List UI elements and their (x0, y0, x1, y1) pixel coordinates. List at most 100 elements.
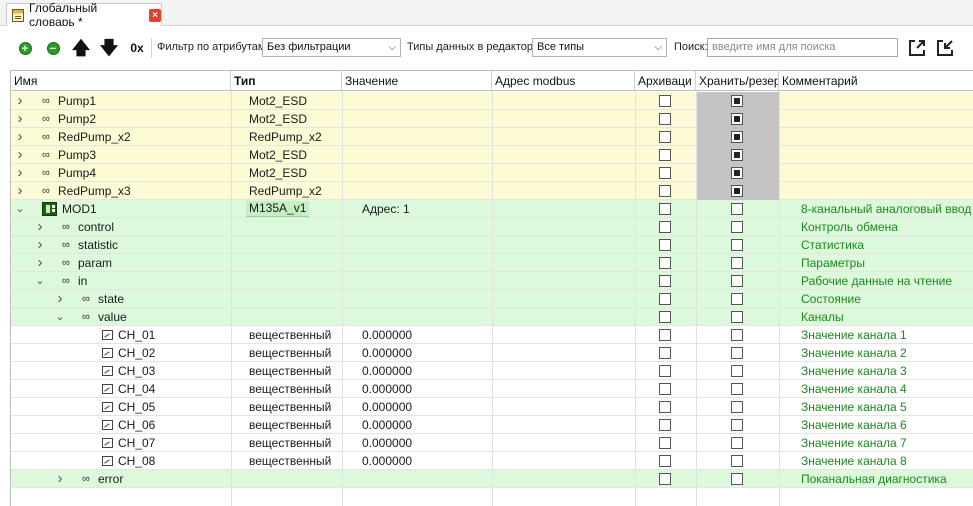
store-checkbox[interactable] (731, 221, 743, 233)
row-comment[interactable]: Контроль обмена (801, 218, 898, 236)
archive-checkbox[interactable] (659, 95, 671, 107)
chevron-right-icon[interactable]: › (34, 236, 46, 254)
close-tab-icon[interactable]: × (149, 8, 161, 22)
row-comment[interactable]: Значение канала 5 (801, 398, 907, 416)
row-value[interactable]: 0.000000 (362, 434, 412, 452)
row-value[interactable]: 0.000000 (362, 362, 412, 380)
archive-checkbox[interactable] (659, 149, 671, 161)
store-checkbox[interactable] (731, 455, 743, 467)
store-checkbox[interactable] (731, 437, 743, 449)
archive-checkbox[interactable] (659, 275, 671, 287)
tab-global-dictionary[interactable]: Глобальный словарь * × (6, 1, 162, 29)
row-comment[interactable]: Значение канала 4 (801, 380, 907, 398)
row-value[interactable]: 0.000000 (362, 416, 412, 434)
row-value[interactable]: 0.000000 (362, 452, 412, 470)
archive-checkbox[interactable] (659, 167, 671, 179)
archive-checkbox[interactable] (659, 185, 671, 197)
row-value[interactable]: 0.000000 (362, 398, 412, 416)
chevron-right-icon[interactable]: › (14, 146, 26, 164)
chevron-right-icon[interactable]: › (14, 128, 26, 146)
filter-select[interactable]: Без фильтрации ⌵ (262, 38, 401, 57)
chevron-right-icon[interactable]: › (14, 92, 26, 110)
archive-checkbox[interactable] (659, 401, 671, 413)
row-comment[interactable]: Значение канала 6 (801, 416, 907, 434)
archive-checkbox[interactable] (659, 257, 671, 269)
column-header-store[interactable]: Хранить/резер (696, 71, 779, 91)
archive-checkbox[interactable] (659, 347, 671, 359)
chevron-right-icon[interactable]: › (14, 110, 26, 128)
row-value[interactable]: 0.000000 (362, 344, 412, 362)
move-up-button[interactable]: 🡅 (71, 38, 91, 58)
store-checkbox[interactable] (731, 131, 743, 143)
chevron-right-icon[interactable]: › (54, 470, 66, 488)
archive-checkbox[interactable] (659, 239, 671, 251)
archive-checkbox[interactable] (659, 203, 671, 215)
row-type[interactable]: M135A_v1 (246, 201, 310, 217)
store-checkbox[interactable] (731, 365, 743, 377)
column-header-type[interactable]: Тип (231, 71, 342, 91)
store-checkbox[interactable] (731, 293, 743, 305)
row-comment[interactable]: Статистика (801, 236, 864, 254)
row-comment[interactable]: Значение канала 3 (801, 362, 907, 380)
archive-checkbox[interactable] (659, 311, 671, 323)
chevron-right-icon[interactable]: › (34, 254, 46, 272)
types-select[interactable]: Все типы ⌵ (532, 38, 667, 57)
import-button[interactable] (934, 37, 956, 59)
store-checkbox[interactable] (731, 419, 743, 431)
archive-checkbox[interactable] (659, 455, 671, 467)
row-value[interactable]: Адрес: 1 (362, 200, 410, 218)
store-checkbox[interactable] (731, 257, 743, 269)
remove-variable-button[interactable]: − (43, 38, 63, 58)
row-comment[interactable]: Значение канала 8 (801, 452, 907, 470)
column-header-archive[interactable]: Архиваци (635, 71, 696, 91)
column-header-name[interactable]: Имя (11, 71, 231, 91)
archive-checkbox[interactable] (659, 473, 671, 485)
row-comment[interactable]: Значение канала 2 (801, 344, 907, 362)
chevron-down-icon[interactable]: ⌄ (14, 200, 26, 218)
archive-checkbox[interactable] (659, 221, 671, 233)
store-checkbox[interactable] (731, 95, 743, 107)
row-comment[interactable]: 8-канальный аналоговый ввод (801, 200, 971, 218)
search-input[interactable]: введите имя для поиска (707, 38, 898, 57)
store-checkbox[interactable] (731, 113, 743, 125)
row-comment[interactable]: Параметры (801, 254, 865, 272)
row-value[interactable]: 0.000000 (362, 380, 412, 398)
row-comment[interactable]: Каналы (801, 308, 844, 326)
store-checkbox[interactable] (731, 473, 743, 485)
store-checkbox[interactable] (731, 383, 743, 395)
row-comment[interactable]: Значение канала 7 (801, 434, 907, 452)
archive-checkbox[interactable] (659, 113, 671, 125)
store-checkbox[interactable] (731, 185, 743, 197)
store-checkbox[interactable] (731, 401, 743, 413)
add-variable-button[interactable]: + (15, 38, 35, 58)
row-comment[interactable]: Рабочие данные на чтение (801, 272, 952, 290)
store-checkbox[interactable] (731, 275, 743, 287)
row-comment[interactable]: Поканальная диагностика (801, 470, 947, 488)
archive-checkbox[interactable] (659, 383, 671, 395)
store-checkbox[interactable] (731, 167, 743, 179)
store-checkbox[interactable] (731, 149, 743, 161)
store-checkbox[interactable] (731, 347, 743, 359)
archive-checkbox[interactable] (659, 365, 671, 377)
chevron-right-icon[interactable]: › (34, 218, 46, 236)
chevron-down-icon[interactable]: ⌄ (34, 272, 46, 290)
chevron-right-icon[interactable]: › (54, 290, 66, 308)
store-checkbox[interactable] (731, 239, 743, 251)
store-checkbox[interactable] (731, 203, 743, 215)
archive-checkbox[interactable] (659, 437, 671, 449)
archive-checkbox[interactable] (659, 131, 671, 143)
chevron-right-icon[interactable]: › (14, 164, 26, 182)
column-header-value[interactable]: Значение (342, 71, 492, 91)
store-checkbox[interactable] (731, 329, 743, 341)
chevron-down-icon[interactable]: ⌄ (54, 308, 66, 326)
store-checkbox[interactable] (731, 311, 743, 323)
archive-checkbox[interactable] (659, 293, 671, 305)
export-button[interactable] (906, 37, 928, 59)
move-down-button[interactable]: 🡇 (99, 38, 119, 58)
hex-toggle-button[interactable]: 0x (127, 38, 147, 58)
archive-checkbox[interactable] (659, 329, 671, 341)
row-value[interactable]: 0.000000 (362, 326, 412, 344)
column-header-comment[interactable]: Комментарий (779, 71, 973, 91)
chevron-right-icon[interactable]: › (14, 182, 26, 200)
archive-checkbox[interactable] (659, 419, 671, 431)
